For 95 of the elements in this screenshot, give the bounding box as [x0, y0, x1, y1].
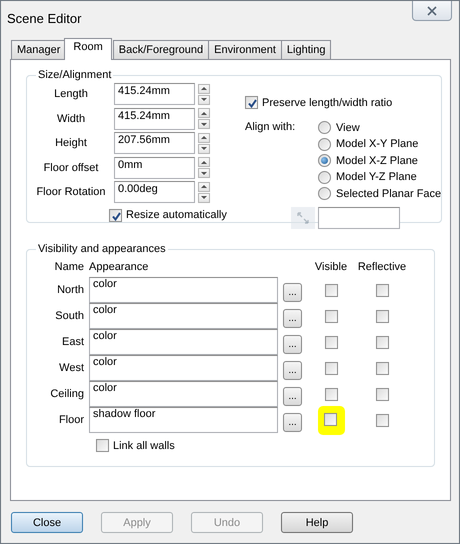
input-field[interactable]	[318, 207, 400, 229]
row-label: East	[62, 336, 84, 348]
group-title: Size/Alignment	[37, 69, 112, 81]
up-arrow-icon	[200, 160, 208, 165]
field-label: Height	[54, 137, 88, 150]
align-label: Align with:	[245, 121, 296, 135]
radio-label: Selected Planar Face	[336, 188, 442, 200]
column-header: Visible	[314, 260, 348, 275]
checkbox[interactable]	[376, 284, 388, 296]
spin-up-button[interactable]	[198, 157, 210, 168]
dialog-button[interactable]: Help	[281, 512, 353, 533]
radio-button[interactable]	[318, 121, 331, 134]
appearance-field[interactable]: color	[89, 381, 278, 407]
appearance-field[interactable]: color	[89, 355, 278, 381]
checkbox-label: Resize automatically	[126, 209, 227, 221]
radio-label: Model X-Z Plane	[336, 154, 418, 166]
browse-button[interactable]: ...	[283, 386, 302, 406]
input-field[interactable]: 415.24mm	[114, 108, 195, 130]
radio-button[interactable]	[318, 170, 331, 184]
down-arrow-icon	[200, 195, 208, 200]
checkbox[interactable]	[376, 414, 388, 426]
down-arrow-icon	[200, 146, 208, 152]
checkbox-label: Preserve length/width ratio	[262, 96, 392, 108]
close-button[interactable]	[412, 1, 452, 21]
browse-button[interactable]: ...	[283, 360, 302, 380]
column-header: Name	[54, 260, 84, 275]
input-field[interactable]: 207.56mm	[114, 132, 195, 154]
checkbox[interactable]	[324, 284, 338, 296]
radio-label: Model Y-Z Plane	[336, 171, 417, 183]
column-header: Appearance	[89, 260, 150, 275]
checkbox-label: Link all walls	[113, 440, 175, 452]
radio-button[interactable]	[318, 187, 331, 200]
tab[interactable]: Room	[64, 38, 112, 60]
spin-up-button[interactable]	[198, 108, 210, 118]
row-label: South	[55, 310, 84, 322]
checkbox[interactable]	[324, 362, 338, 374]
row-label: Floor	[58, 414, 84, 426]
up-arrow-icon	[200, 184, 208, 190]
spin-down-button[interactable]	[198, 192, 210, 203]
field-label: Length	[53, 88, 89, 100]
tab[interactable]: Manager	[11, 40, 66, 59]
input-field[interactable]: 415.24mm	[114, 83, 195, 106]
row-label: North	[57, 284, 84, 296]
radio-button[interactable]	[318, 154, 331, 167]
radio-button[interactable]	[318, 138, 331, 150]
column-header: Reflective	[357, 260, 407, 275]
tab[interactable]: Lighting	[280, 40, 332, 59]
field-label: Floor offset	[42, 162, 100, 174]
spin-up-button[interactable]	[198, 132, 210, 143]
tab[interactable]: Back/Foreground	[112, 40, 210, 59]
close-icon	[427, 6, 437, 16]
spin-down-button[interactable]	[198, 144, 210, 154]
spin-up-button[interactable]	[198, 84, 210, 94]
browse-button[interactable]: ...	[283, 282, 302, 302]
row-label: Ceiling	[50, 388, 84, 400]
checkbox[interactable]	[245, 96, 258, 109]
spin-down-button[interactable]	[198, 168, 210, 178]
spin-down-button[interactable]	[198, 119, 210, 130]
checkbox[interactable]	[324, 336, 338, 348]
appearance-field[interactable]: color	[89, 277, 278, 303]
up-arrow-icon	[200, 86, 208, 92]
tab[interactable]: Environment	[208, 40, 282, 59]
input-field[interactable]: 0.00deg	[114, 181, 195, 204]
group-title: Visibility and appearances	[37, 243, 167, 255]
arrows-icon	[295, 210, 311, 226]
checkbox[interactable]	[376, 336, 388, 348]
field-label: Floor Rotation	[35, 186, 107, 198]
up-arrow-icon	[200, 110, 208, 116]
checkbox[interactable]	[376, 362, 388, 374]
window-title: Scene Editor	[7, 10, 82, 26]
up-arrow-icon	[200, 135, 208, 140]
down-arrow-icon	[200, 97, 208, 102]
checkbox[interactable]	[324, 310, 338, 322]
browse-button[interactable]: ...	[283, 308, 302, 328]
down-arrow-icon	[200, 122, 208, 127]
spin-down-button[interactable]	[198, 94, 210, 105]
checkbox[interactable]	[376, 310, 388, 322]
appearance-field[interactable]: color	[89, 303, 278, 329]
appearance-field[interactable]: color	[89, 329, 278, 355]
spin-up-button[interactable]	[198, 182, 210, 192]
checkbox[interactable]	[96, 439, 109, 452]
dialog-button[interactable]: Close	[11, 512, 83, 533]
appearance-field[interactable]: shadow floor	[89, 407, 278, 433]
browse-button[interactable]: ...	[283, 334, 302, 354]
field-label: Width	[56, 112, 86, 125]
checkbox[interactable]	[324, 412, 336, 426]
checkbox[interactable]	[376, 388, 388, 400]
input-field[interactable]: 0mm	[114, 156, 195, 179]
row-label: West	[59, 362, 84, 374]
down-arrow-icon	[200, 170, 208, 176]
checkbox[interactable]	[324, 388, 338, 400]
checkbox[interactable]	[109, 208, 122, 222]
browse-button[interactable]: ...	[283, 412, 302, 432]
radio-label: Model X-Y Plane	[336, 138, 418, 150]
radio-label: View	[336, 122, 360, 134]
